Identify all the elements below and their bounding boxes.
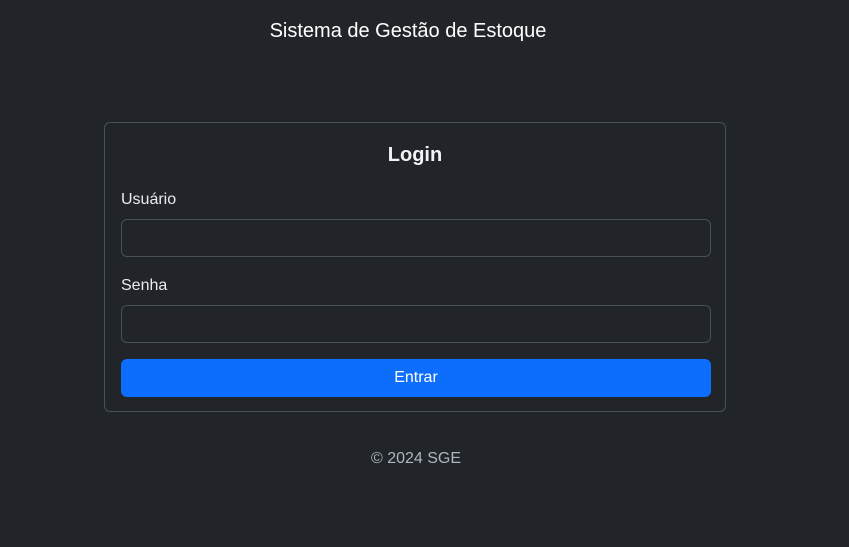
login-submit-button[interactable]: Entrar: [121, 359, 711, 397]
footer-copyright: © 2024 SGE: [370, 450, 462, 467]
login-card: Login Usuário Senha Entrar: [104, 122, 726, 412]
password-label: Senha: [121, 277, 168, 294]
username-label: Usuário: [121, 191, 177, 208]
username-input[interactable]: [121, 219, 711, 257]
login-title: Login: [387, 144, 443, 166]
password-input[interactable]: [121, 305, 711, 343]
app-title: Sistema de Gestão de Estoque: [269, 20, 547, 42]
